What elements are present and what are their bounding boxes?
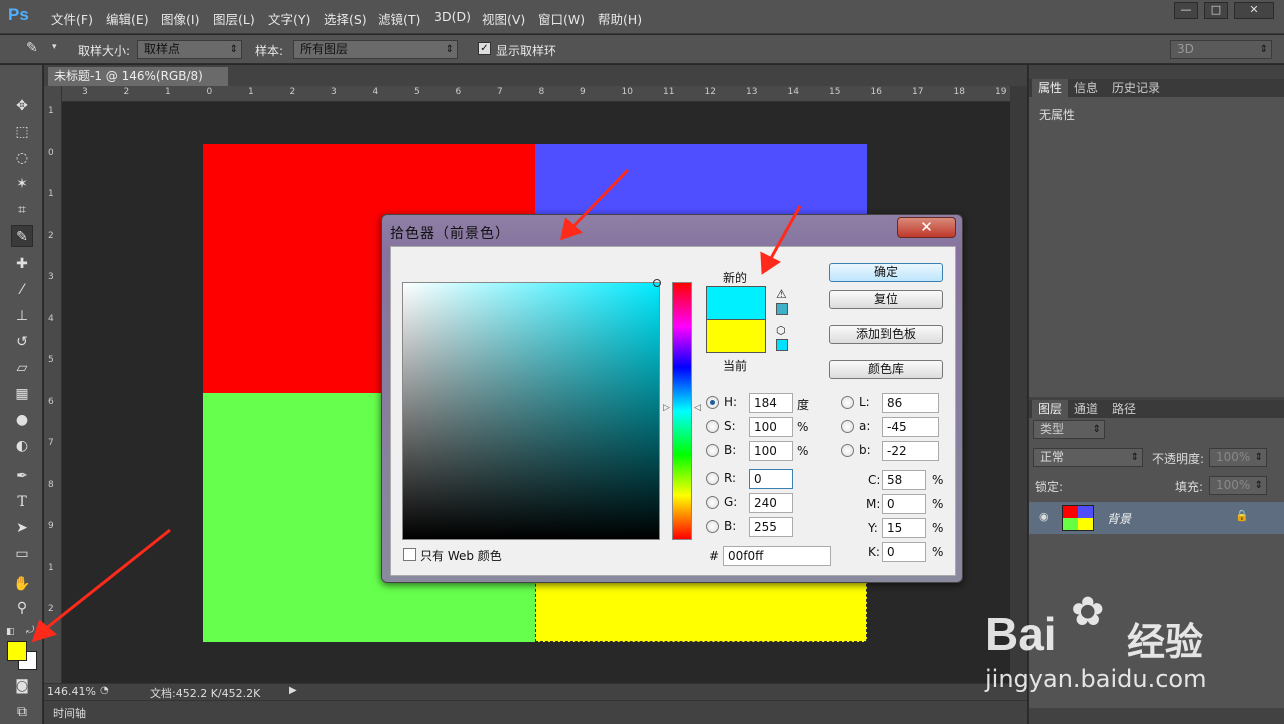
arrow-head-new (760, 251, 781, 275)
paw-icon: ✿ (1071, 589, 1105, 635)
watermark-url: jingyan.baidu.com (985, 665, 1207, 693)
arrow-to-swatch (43, 528, 171, 632)
watermark-brand: Bai (985, 608, 1057, 660)
arrow-to-title (570, 168, 630, 230)
baidu-watermark: Bai ✿ 经验 jingyan.baidu.com (985, 585, 1235, 695)
arrow-to-new (768, 205, 802, 261)
watermark-brand2: 经验 (1127, 620, 1204, 664)
